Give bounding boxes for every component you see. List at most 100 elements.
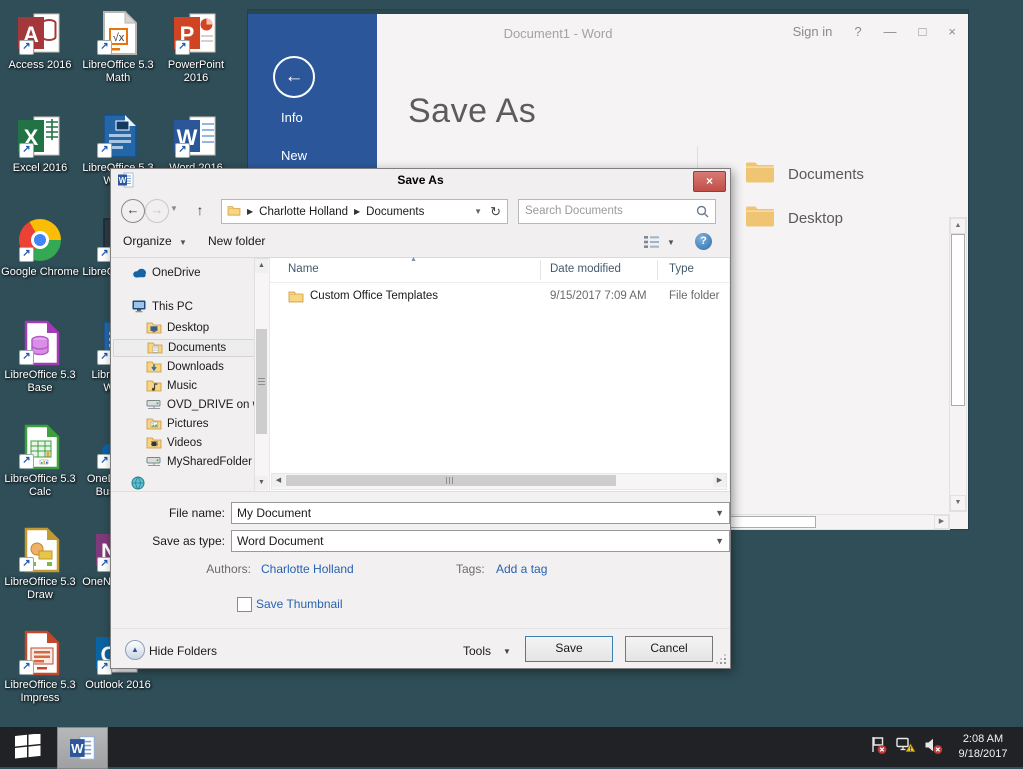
column-header-name[interactable]: Name [288,263,319,275]
help-icon[interactable]: ? [854,24,861,39]
scroll-down-icon[interactable]: ▼ [950,495,966,511]
scroll-right-icon[interactable]: ▶ [713,474,726,487]
organize-button[interactable]: Organize ▼ [123,234,187,248]
backstage-back-button[interactable]: ← [273,56,315,98]
save-thumbnail-checkbox[interactable] [237,597,252,612]
desktop-icon-label: Google Chrome [1,266,79,279]
scrollbar-thumb[interactable] [951,234,965,406]
backstage-item-info[interactable]: Info [281,110,303,125]
taskbar-word-button[interactable]: W [57,727,108,769]
desktop-folder-icon [146,320,162,337]
desktop-icon-libreoffice-draw[interactable]: ↗ LibreOffice 5.3 Draw [1,527,79,602]
desktop-icon-libreoffice-math[interactable]: √x ↗ LibreOffice 5.3 Math [79,10,157,85]
views-icon[interactable] [643,235,660,252]
sign-in-button[interactable]: Sign in [793,24,833,39]
authors-value[interactable]: Charlotte Holland [261,562,354,576]
save-as-type-select[interactable]: Word Document ▼ [231,530,730,552]
desktop-icon-word-2016[interactable]: W ↗ Word 2016 [157,113,235,175]
cancel-button[interactable]: Cancel [625,636,713,662]
desktop-icon-access-2016[interactable]: A ↗ Access 2016 [1,10,79,72]
shortcut-arrow-icon: ↗ [19,557,34,572]
close-icon[interactable]: × [948,24,956,39]
file-list-horizontal-scrollbar[interactable]: ◀ ▶ [271,473,727,490]
save-thumbnail-label[interactable]: Save Thumbnail [256,597,343,611]
network-drive-icon [146,454,162,471]
libreoffice-draw-icon: ↗ [17,527,63,573]
start-button[interactable] [0,727,56,767]
address-bar[interactable]: ▶ Charlotte Holland ▶ Documents ▼ ↻ [221,199,508,224]
clock-date: 9/18/2017 [947,747,1019,762]
desktop-icon-label: LibreOffice 5.3 Base [1,369,79,395]
desktop-icon-google-chrome[interactable]: ↗ Google Chrome [1,217,79,279]
forward-button[interactable]: → [145,199,169,223]
column-separator[interactable] [657,260,658,280]
desktop-icon-excel-2016[interactable]: X ↗ Excel 2016 [1,113,79,175]
breadcrumb-documents[interactable]: Documents [366,206,424,218]
up-button[interactable]: ↑ [189,199,211,221]
nav-item-onedrive[interactable]: OneDrive [113,264,270,282]
resize-grip[interactable] [717,655,727,665]
search-input[interactable] [519,200,695,221]
column-separator[interactable] [540,260,541,280]
new-folder-button[interactable]: New folder [208,234,265,248]
save-button[interactable]: Save [525,636,613,662]
tools-chevron-icon[interactable]: ▼ [503,647,511,656]
backstage-page-title: Save As [408,92,536,131]
backstage-item-new[interactable]: New [281,148,307,163]
scroll-up-icon[interactable]: ▲ [950,218,966,234]
hide-folders-arrow-icon[interactable]: ▲ [125,640,145,660]
volume-muted-icon[interactable] [923,735,943,760]
minimize-icon[interactable]: — [884,24,897,39]
chevron-down-icon[interactable]: ▼ [715,508,724,518]
chevron-down-icon[interactable]: ▼ [715,536,724,546]
back-button[interactable]: ← [121,199,145,223]
column-header-type[interactable]: Type [669,263,694,275]
libreoffice-impress-icon: ↗ [17,630,63,676]
shortcut-arrow-icon: ↗ [19,350,34,365]
scrollbar-thumb[interactable] [286,475,616,486]
word-vertical-scrollbar[interactable]: ▲ ▼ [949,217,967,512]
file-name-label: File name: [111,506,225,520]
maximize-icon[interactable]: □ [919,24,927,39]
search-icon [696,205,709,221]
scroll-right-icon[interactable]: ▶ [934,515,949,529]
recent-folder-desktop[interactable]: Desktop [745,204,843,232]
desktop-icon-libreoffice-base[interactable]: ↗ LibreOffice 5.3 Base [1,320,79,395]
hide-folders-button[interactable]: Hide Folders [149,644,217,658]
cell-date-modified: 9/15/2017 7:09 AM [550,290,647,302]
desktop-icon-powerpoint-2016[interactable]: P ↗ PowerPoint 2016 [157,10,235,85]
breadcrumb-charlotte-holland[interactable]: Charlotte Holland [259,206,348,218]
libreoffice-calc-icon: ↗ [17,424,63,470]
scroll-left-icon[interactable]: ◀ [272,474,285,487]
refresh-icon[interactable]: ↻ [490,204,507,220]
tags-label: Tags: [456,562,485,576]
dialog-titlebar[interactable]: W Save As × [111,169,730,192]
desktop-icon-libreoffice-impress[interactable]: ↗ LibreOffice 5.3 Impress [1,630,79,705]
shortcut-arrow-icon: ↗ [19,40,34,55]
tags-add-a-tag[interactable]: Add a tag [496,562,547,576]
recent-folder-documents[interactable]: Documents [745,160,864,188]
scroll-down-icon[interactable]: ▼ [255,476,268,490]
chrome-app-icon: ↗ [17,217,63,263]
action-center-flag-icon[interactable] [868,735,888,760]
help-icon[interactable]: ? [695,233,712,250]
svg-text:√x: √x [113,32,125,44]
taskbar-clock[interactable]: 2:08 AM 9/18/2017 [947,732,1019,762]
table-row[interactable]: Custom Office Templates 9/15/2017 7:09 A… [270,287,729,307]
scrollbar-thumb[interactable] [256,329,267,434]
nav-item-this-pc[interactable]: This PC [113,298,270,316]
network-warning-icon[interactable] [895,735,916,760]
scroll-up-icon[interactable]: ▲ [255,259,268,273]
close-icon[interactable]: × [693,171,726,192]
desktop-icon-label: Excel 2016 [13,162,67,175]
recent-locations-chevron-icon[interactable]: ▼ [170,204,178,213]
views-dropdown-icon[interactable]: ▼ [667,238,675,247]
desktop-icon-libreoffice-calc[interactable]: ↗ LibreOffice 5.3 Calc [1,424,79,499]
file-name-input[interactable]: My Document ▼ [231,502,730,524]
desktop-icon-label: PowerPoint 2016 [157,59,235,85]
column-header-date-modified[interactable]: Date modified [550,263,621,275]
search-box[interactable] [518,199,716,224]
tools-dropdown[interactable]: Tools [463,644,491,658]
address-dropdown-icon[interactable]: ▼ [474,207,490,216]
word-horizontal-scrollbar[interactable]: ▶ [700,514,950,530]
